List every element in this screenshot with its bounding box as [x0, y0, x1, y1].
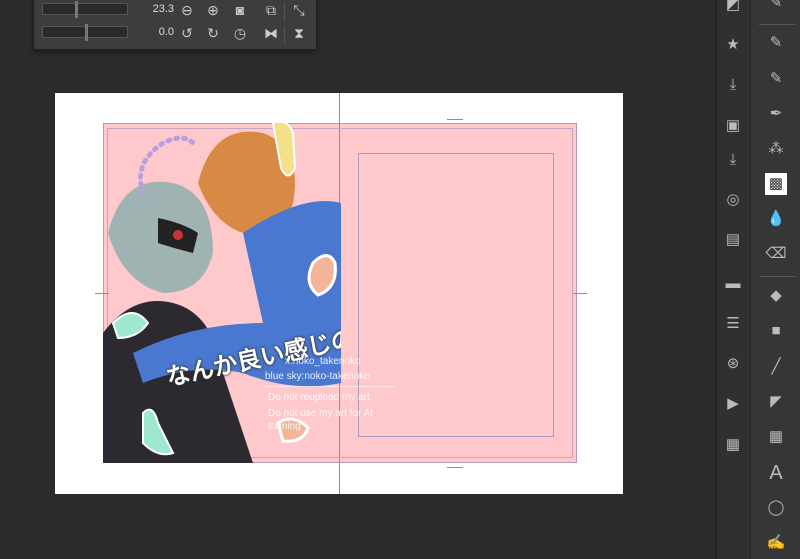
- animation-timeline-icon[interactable]: ▤: [722, 229, 744, 251]
- watermark-divider: [265, 386, 395, 387]
- marker-icon[interactable]: ✎: [765, 68, 787, 90]
- zoom-value[interactable]: 23.3: [134, 3, 174, 15]
- zoom-in-icon[interactable]: ⊕: [205, 2, 221, 18]
- rotation-slider[interactable]: [42, 24, 128, 41]
- watermark-rule-2: Do not use my art for AI training: [268, 408, 374, 432]
- line-icon[interactable]: ╱: [765, 356, 787, 378]
- divider: [759, 276, 795, 277]
- tool-bar: ✎ ✎ ✎ ✒ ⁂ ▩ 💧 ⌫ ◆ ■ ╱ ◤ ▦ A ◯ ✍: [750, 0, 800, 559]
- flip-vertical-icon[interactable]: ⧗: [291, 25, 307, 41]
- color-set-icon[interactable]: ▦: [722, 434, 744, 456]
- divider: [759, 24, 795, 25]
- ruler-icon[interactable]: ◤: [765, 391, 787, 413]
- register-mark: [447, 119, 463, 120]
- download-folder-icon[interactable]: ⤓: [722, 74, 744, 96]
- frame-icon[interactable]: ▦: [765, 426, 787, 448]
- balloon-icon[interactable]: ◯: [765, 497, 787, 519]
- canvas-page[interactable]: なんか良い感じのタイトル x:noko_takenoko blue sky:no…: [55, 93, 623, 494]
- airbrush-icon[interactable]: ⁂: [765, 138, 787, 160]
- favorite-folder-icon[interactable]: ★: [722, 34, 744, 56]
- watermark-bluesky-handle: blue sky:noko-takenoko: [265, 371, 371, 382]
- rotation-slider-handle[interactable]: [85, 24, 88, 41]
- gradient-icon[interactable]: ■: [765, 320, 787, 342]
- rotate-right-icon[interactable]: ↻: [205, 25, 221, 41]
- rotation-value[interactable]: 0.0: [134, 26, 174, 38]
- animation-icon[interactable]: ▶: [722, 393, 744, 415]
- eraser-icon[interactable]: ⌫: [765, 243, 787, 265]
- materials-icon[interactable]: ◩: [722, 0, 744, 16]
- rotate-left-icon[interactable]: ↺: [179, 25, 195, 41]
- blend-icon[interactable]: 💧: [765, 208, 787, 230]
- text-icon[interactable]: A: [765, 462, 787, 484]
- layer-property-icon[interactable]: ◎: [722, 189, 744, 211]
- fill-icon[interactable]: ◆: [765, 285, 787, 307]
- actual-size-icon[interactable]: ⧉: [263, 2, 279, 18]
- pen-icon[interactable]: ✎: [765, 0, 787, 14]
- palette-bar: ◩ ★ ⤓ ▣ ⤓ ◎ ▤ ▬ ☰ ⊛ ▶ ▦: [716, 0, 750, 559]
- watermark-rule-1: Do not reupload my art: [268, 392, 370, 403]
- watermark-x-handle: x:noko_takenoko: [285, 356, 361, 367]
- reset-rotation-icon[interactable]: ◷: [232, 25, 248, 41]
- correct-line-icon[interactable]: ✍: [765, 532, 787, 554]
- flip-horizontal-icon[interactable]: ⧓: [263, 25, 279, 41]
- divider: [284, 3, 285, 21]
- zoom-out-icon[interactable]: ⊖: [179, 2, 195, 18]
- divider: [284, 26, 285, 44]
- image-folder-icon[interactable]: ▣: [722, 115, 744, 137]
- tone-icon[interactable]: ▩: [765, 173, 787, 195]
- fit-window-icon[interactable]: ⤡: [291, 2, 307, 18]
- zoom-slider[interactable]: [42, 1, 128, 18]
- fit-icon[interactable]: ◙: [232, 2, 248, 18]
- register-mark: [573, 293, 587, 294]
- sub-tool-detail-icon[interactable]: ☰: [722, 313, 744, 335]
- canvas-area[interactable]: なんか良い感じのタイトル x:noko_takenoko blue sky:no…: [0, 0, 716, 559]
- import-folder-icon[interactable]: ⤓: [722, 149, 744, 171]
- zoom-slider-handle[interactable]: [75, 1, 78, 18]
- ink-pen-icon[interactable]: ✒: [765, 103, 787, 125]
- register-mark: [447, 467, 463, 468]
- navigator-icon[interactable]: ⊛: [722, 353, 744, 375]
- layer-icon[interactable]: ▬: [722, 273, 744, 295]
- pencil-icon[interactable]: ✎: [765, 32, 787, 54]
- navigator-panel: 23.3 0.0 ⊖ ⊕ ◙ ⧉ ⤡ ↺ ↻ ◷ ⧓ ⧗: [33, 0, 317, 50]
